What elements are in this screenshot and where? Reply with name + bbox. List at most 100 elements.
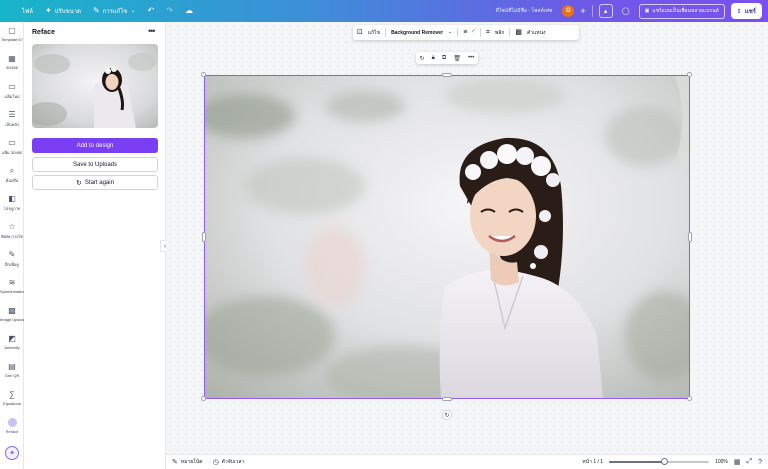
rail-item-equations[interactable]: ∑ Equations [0,390,24,406]
resize-button[interactable]: ✦ ปรับขนาด [39,0,87,22]
more-options-icon[interactable]: ••• [468,55,474,61]
duplicate-icon[interactable]: ⧉ [442,55,446,62]
resize-handle-right[interactable] [688,232,692,242]
rail-item-folder-3d456[interactable]: ▭ แฟ้ม 3D456 [0,138,24,156]
folder-icon: ▭ [8,138,16,147]
rail-item-animeify[interactable]: ◩ Animeify [0,334,24,350]
start-again-button[interactable]: ↻ Start again [32,175,158,190]
image-edit-icon: ⊡ [357,29,363,36]
file-menu[interactable]: ไฟล์ [0,0,39,22]
lock-icon[interactable]: 🔒︎ [432,55,435,62]
rail-item-speechmatics[interactable]: ≋ Speechmatics [0,278,24,294]
rail-label: Equations [3,401,21,406]
position-button[interactable]: ตำแหน่ง [527,29,545,37]
rail-label: พิเศษ กวงโซ [1,234,23,239]
rail-item-photo[interactable]: ◧ โปรดูภาพ [0,194,24,212]
edit-mode-dropdown[interactable]: ✎ การแก้ไข ⌄ [87,0,142,22]
bottom-bar: ✎ หมายโน้ต ◷ ตัวจับเวลา หน้า 1 / 1 100% … [166,454,768,469]
element-mini-toolbar: ↻ 🔒︎ ⧉ 🗑︎ ••• [416,52,478,64]
resize-handle-bottom[interactable] [442,397,452,401]
notes-button[interactable]: ✎ หมายโน้ต [172,458,203,466]
rotate-icon[interactable]: ↻ [420,55,425,62]
result-thumbnail[interactable] [32,44,158,128]
analytics-button[interactable]: ▴ [598,4,613,18]
resize-handle-top-left[interactable] [201,72,206,77]
corner-rounding-icon[interactable]: ◜ [472,29,475,36]
rail-item-new-folder[interactable]: ▭ แฟ้มใหม่ [0,82,24,100]
design-canvas[interactable]: ⊡ แก้ไข Background Remover ⌄ ≡ ◜ ⌗ พลิก … [166,22,768,454]
resize-handle-left[interactable] [202,232,206,242]
rail-label: 3D456 [6,65,18,70]
selected-photo[interactable] [195,75,705,406]
cloud-save-button[interactable]: ☁ [179,0,199,22]
save-to-uploads-button[interactable]: Save to Uploads [32,157,158,172]
comments-button[interactable]: ◯ [619,4,633,18]
delete-icon[interactable]: 🗑︎ [453,55,461,62]
flip-button[interactable]: พลิก [495,29,504,37]
comment-icon: ◯ [621,8,630,15]
rail-item-template[interactable]: ▢ Template 67 [0,26,24,42]
more-options-icon[interactable]: ••• [148,26,156,36]
transparency-icon[interactable]: ▩ [515,29,522,36]
resize-handle-bottom-left[interactable] [201,396,206,401]
zoom-slider-thumb[interactable] [660,458,668,465]
folder-icon: ▭ [8,82,16,91]
chevron-down-icon[interactable]: ⌄ [448,30,452,35]
present-button[interactable]: ▣ แชร์แบบเป็นเพื่อนหลายแบรนด์ [638,3,725,19]
redo-button[interactable]: ↷ [160,0,179,22]
rail-item-draw[interactable]: ✎ ฝึกเพื่อดู [0,250,24,268]
rail-item-3d456[interactable]: ▦ 3D456 [0,54,24,70]
avatar[interactable]: G [562,5,575,17]
rotate-icon: ↻ [444,412,450,419]
rail-label: ฝึกเพื่อดู [5,262,19,267]
share-label: แชร์ [744,9,756,15]
rail-item-lines[interactable]: ☰ เส้นหลัง [0,110,24,128]
timer-button[interactable]: ◷ ตัวจับเวลา [213,458,245,466]
divider [591,5,593,17]
share-button[interactable]: ⇪ แชร์ [730,3,762,19]
anime-icon: ◩ [8,334,16,343]
reface-icon [7,418,17,427]
resize-handle-bottom-right[interactable] [687,396,692,401]
template-icon: ▢ [8,26,16,35]
design-title[interactable]: ดีไซน์ที่ไม่มีชื่อ - โพสต์เฟซ [496,7,553,15]
resize-handle-top-right[interactable] [687,72,692,77]
rail-item-reface[interactable]: Reface [0,418,24,434]
file-menu-label: ไฟล์ [22,9,33,15]
fullscreen-icon[interactable]: ⤢ [746,458,752,466]
rail-label: Speechmatics [0,289,24,294]
zoom-slider[interactable] [609,458,710,465]
crop-icon[interactable]: ⌗ [486,29,490,36]
rail-label: Template 67 [1,37,23,42]
edit-image-button[interactable]: แก้ไข [368,29,380,37]
notes-label: หมายโน้ต [180,459,203,465]
star-icon: ☆ [8,222,16,231]
rail-item-image-upscaler[interactable]: ▩ Image Upscaler [0,306,24,322]
border-style-icon[interactable]: ≡ [463,29,467,36]
redo-icon: ↷ [166,6,173,15]
pencil-icon: ✎ [92,6,100,15]
resize-handle-top[interactable] [442,73,452,77]
magic-button[interactable]: ✦ [5,446,19,460]
grid-icon: ▦ [8,54,16,63]
panel-title: Reface [32,29,55,36]
add-collaborator-button[interactable]: + [580,6,585,16]
rail-item-search[interactable]: ⌕ ค้นหรือ [0,166,24,184]
background-remover-button[interactable]: Background Remover [391,30,443,36]
divider [509,28,511,37]
chart-icon: ▴ [603,8,608,15]
rail-item-special[interactable]: ☆ พิเศษ กวงโซ [0,222,24,240]
page-indicator[interactable]: หน้า 1 / 1 [582,458,603,466]
add-to-design-button[interactable]: Add to design [32,138,158,153]
help-icon[interactable]: ? [758,459,762,466]
upload-icon: ⇪ [736,8,742,15]
undo-button[interactable]: ↶ [142,0,161,22]
grid-view-icon[interactable]: ▦ [734,458,741,466]
rail-item-gen-qr[interactable]: ▤ Gen QR [0,362,24,378]
rotate-handle[interactable]: ↻ [442,410,452,420]
zoom-level[interactable]: 100% [715,459,728,465]
waves-icon: ≋ [8,278,16,287]
qr-icon: ▤ [8,362,16,371]
start-again-label: Start again [84,179,114,186]
rail-label: Animeify [4,345,20,350]
